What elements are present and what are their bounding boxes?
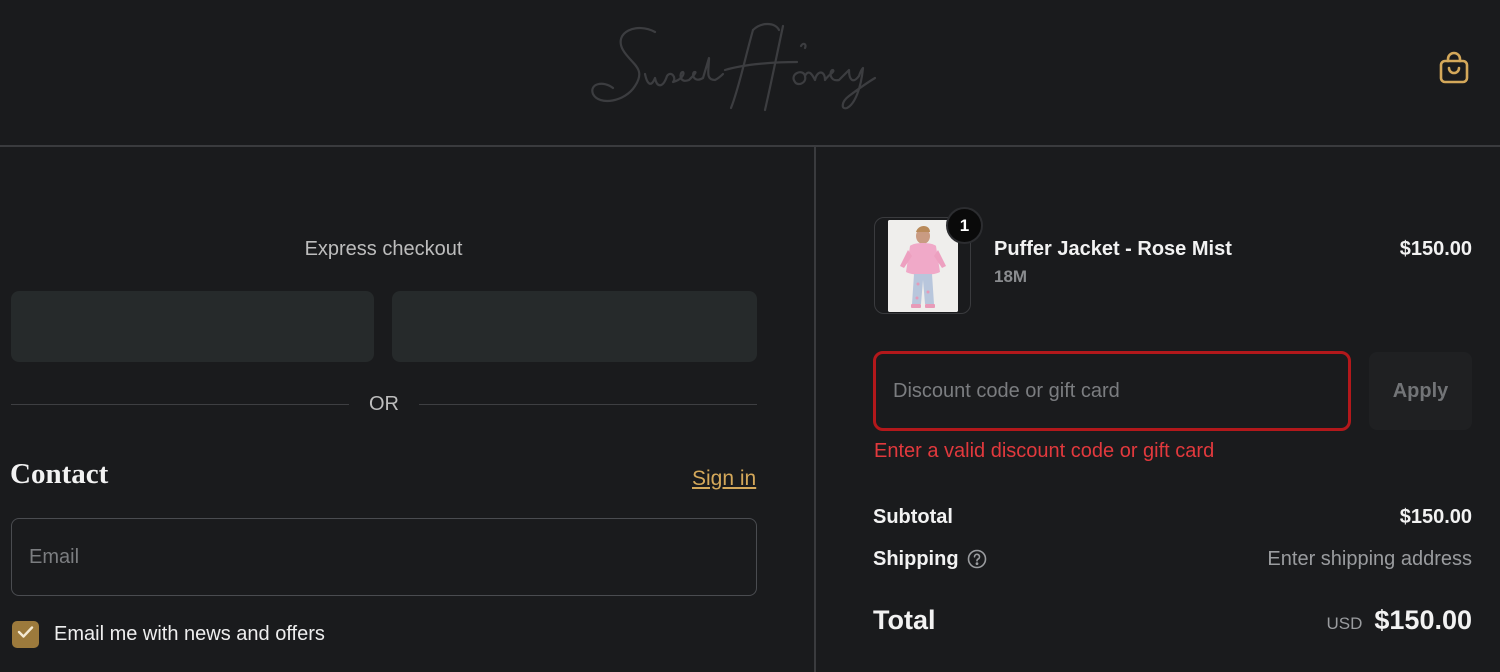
or-label: OR [369,392,399,415]
discount-code-input[interactable] [873,351,1351,431]
column-divider [814,147,816,672]
discount-error-message: Enter a valid discount code or gift card [874,440,1215,462]
newsletter-label: Email me with news and offers [54,622,325,645]
apply-discount-button[interactable]: Apply [1369,352,1472,430]
total-amount-group: USD $150.00 [1326,605,1472,636]
shipping-label: Shipping [873,547,959,570]
product-name: Puffer Jacket - Rose Mist [994,238,1232,260]
subtotal-value: $150.00 [1399,505,1472,528]
currency-code: USD [1326,613,1363,633]
checkmark-icon [17,625,34,644]
total-label: Total [873,604,936,635]
total-value: $150.00 [1374,604,1472,635]
newsletter-checkbox[interactable] [12,620,39,648]
cart-button[interactable] [1434,50,1474,90]
product-price: $150.00 [1399,238,1472,260]
site-header [0,0,1500,147]
brand-logo[interactable] [585,18,905,118]
email-field[interactable] [11,518,757,596]
shipping-label-group: Shipping [873,548,987,571]
quantity-badge: 1 [946,207,983,244]
product-variant: 18M [994,267,1028,286]
express-pay-button-2[interactable] [392,291,757,362]
subtotal-row: Subtotal $150.00 [873,504,1472,530]
shopping-bag-icon [1438,51,1470,90]
sign-in-link[interactable]: Sign in [692,467,756,491]
separator-line [11,403,349,405]
contact-heading: Contact [10,458,109,490]
shipping-row: Shipping Enter shipping address [873,546,1472,572]
subtotal-label: Subtotal [873,505,953,528]
newsletter-checkbox-row[interactable]: Email me with news and offers [12,620,325,648]
total-row: Total USD $150.00 [873,600,1472,640]
help-circle-icon[interactable] [967,549,987,569]
shipping-value: Enter shipping address [1267,547,1472,570]
express-pay-button-1[interactable] [11,291,374,362]
express-checkout-title: Express checkout [304,238,463,260]
separator-line [419,403,757,405]
or-separator: OR [11,390,757,418]
